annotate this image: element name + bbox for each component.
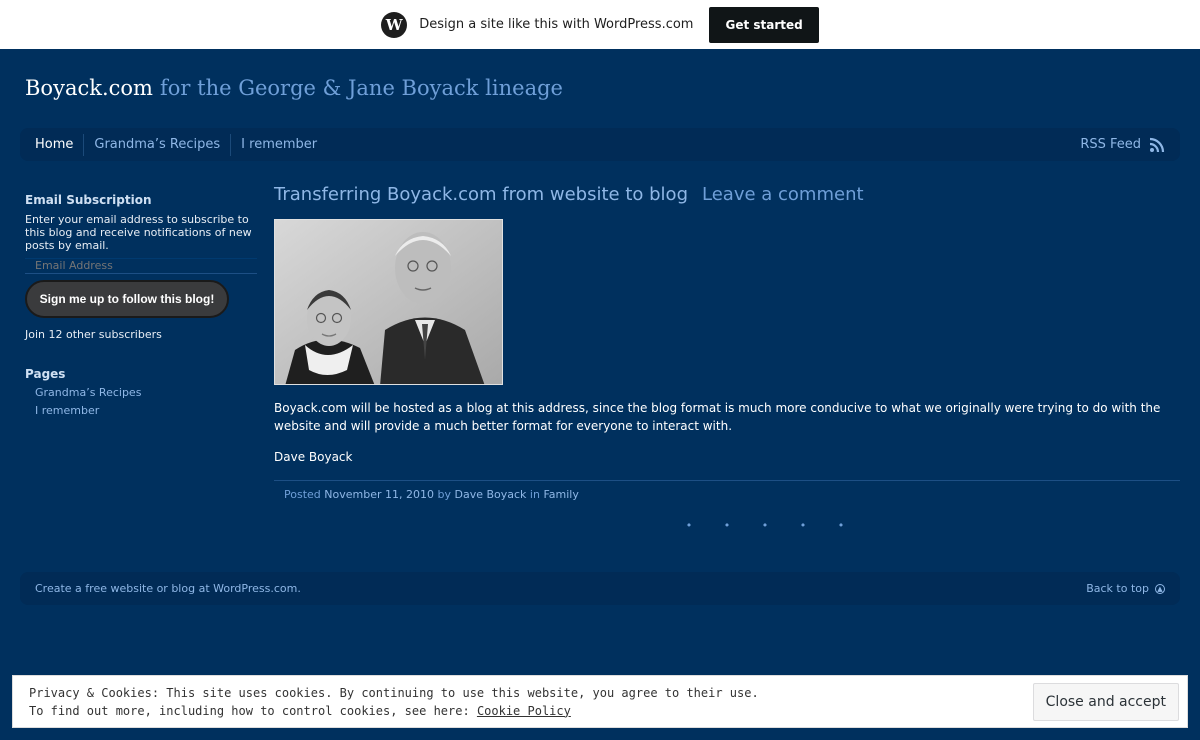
rss-icon [1149,137,1165,152]
site-description: for the George & Jane Boyack lineage [160,76,563,100]
sidebar-page-grandmas-recipes[interactable]: Grandma’s Recipes [35,386,260,399]
post-title-link[interactable]: Transferring Boyack.com from website to … [274,184,688,205]
sidebar-page-i-remember[interactable]: I remember [35,404,260,417]
close-and-accept-button[interactable]: Close and accept [1032,682,1179,721]
post-header: Transferring Boyack.com from website to … [274,184,1180,205]
rss-feed-link[interactable]: RSS Feed [1080,137,1165,153]
pages-title: Pages [25,366,66,381]
post-meta: Posted November 11, 2010 by Dave Boyack … [274,480,1180,501]
family-photo [274,219,503,385]
nav-item-grandmas-recipes[interactable]: Grandma’s Recipes [84,133,232,156]
photo-image [275,220,502,384]
cookie-line-1: Privacy & Cookies: This site uses cookie… [29,685,759,700]
cookie-policy-link[interactable]: Cookie Policy [477,704,571,718]
leave-comment-link[interactable]: Leave a comment [702,184,864,205]
meta-posted-label: Posted [284,488,321,501]
post-signature: Dave Boyack [274,450,353,464]
nav-item-i-remember[interactable]: I remember [231,134,327,156]
meta-date-link[interactable]: November 11, 2010 [324,488,434,501]
meta-by-label: by [437,488,451,501]
site-title[interactable]: Boyack.com [25,76,153,100]
post-separator-dots: • • • • • [685,519,859,532]
nav-item-home[interactable]: Home [35,133,85,156]
post-body: Boyack.com will be hosted as a blog at t… [274,401,1161,433]
wordpress-logo-icon[interactable]: W [381,11,408,38]
email-subscription-text: Enter your email address to subscribe to… [25,213,252,252]
sidebar: Email Subscription Enter your email addr… [25,193,260,417]
meta-author-link[interactable]: Dave Boyack [454,488,526,501]
cookie-line-2: To find out more, including how to contr… [29,702,759,720]
meta-in-label: in [529,488,540,501]
site-footer: Create a free website or blog at WordPre… [20,572,1180,605]
wordpress-promo-bar: W Design a site like this with WordPress… [0,0,1200,49]
email-subscription-title: Email Subscription [25,193,152,207]
back-to-top-label: Back to top [1086,582,1149,595]
post: Transferring Boyack.com from website to … [274,184,1180,532]
cookie-banner: Privacy & Cookies: This site uses cookie… [12,675,1188,728]
get-started-button[interactable]: Get started [709,6,819,43]
footer-credit-link[interactable]: Create a free website or blog at WordPre… [35,582,301,595]
meta-category-link[interactable]: Family [543,488,578,501]
rss-feed-label: RSS Feed [1080,137,1141,152]
follow-blog-button[interactable]: Sign me up to follow this blog! [25,279,229,318]
main-navigation: Home Grandma’s Recipes I remember RSS Fe… [20,128,1180,161]
email-address-input[interactable] [25,257,257,274]
cookie-text: Privacy & Cookies: This site uses cookie… [29,684,759,720]
cookie-line-2-prefix: To find out more, including how to contr… [29,703,470,718]
promo-text: Design a site like this with WordPress.c… [419,17,694,32]
arrow-up-icon: ▲ [1155,583,1165,594]
back-to-top-link[interactable]: Back to top ▲ [1086,582,1165,595]
subscriber-count: Join 12 other subscribers [25,327,162,341]
